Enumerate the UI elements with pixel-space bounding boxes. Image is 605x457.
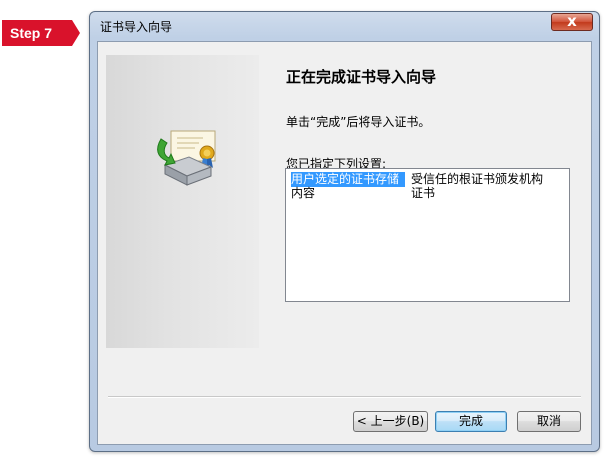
settings-key[interactable]: 内容	[291, 186, 405, 201]
close-icon: x	[567, 12, 577, 30]
step-badge: Step 7	[2, 20, 80, 46]
finish-button[interactable]: 完成	[435, 411, 507, 432]
settings-value: 受信任的根证书颁发机构	[411, 172, 544, 186]
wizard-window: 证书导入向导 x 正在完成证书导入向导 单击“完成”后将导入证书。 您已指定下列…	[89, 11, 600, 452]
close-button[interactable]: x	[551, 12, 593, 31]
certificate-import-icon	[157, 130, 216, 186]
wizard-instruction: 单击“完成”后将导入证书。	[286, 115, 431, 129]
step-label: Step 7	[10, 25, 53, 41]
settings-key[interactable]: 用户选定的证书存储	[291, 172, 405, 187]
wizard-heading: 正在完成证书导入向导	[286, 68, 437, 86]
cancel-button[interactable]: 取消	[517, 411, 581, 432]
settings-value: 证书	[411, 186, 436, 200]
window-title: 证书导入向导	[100, 20, 173, 34]
back-button[interactable]: < 上一步(B)	[353, 411, 428, 432]
wizard-side-panel	[106, 55, 259, 348]
title-bar[interactable]: 证书导入向导 x	[90, 12, 599, 40]
wizard-client-area: 正在完成证书导入向导 单击“完成”后将导入证书。 您已指定下列设置: 用户选定的…	[97, 41, 592, 445]
button-separator	[108, 396, 581, 398]
settings-list[interactable]: 用户选定的证书存储 受信任的根证书颁发机构 内容 证书	[285, 168, 570, 302]
